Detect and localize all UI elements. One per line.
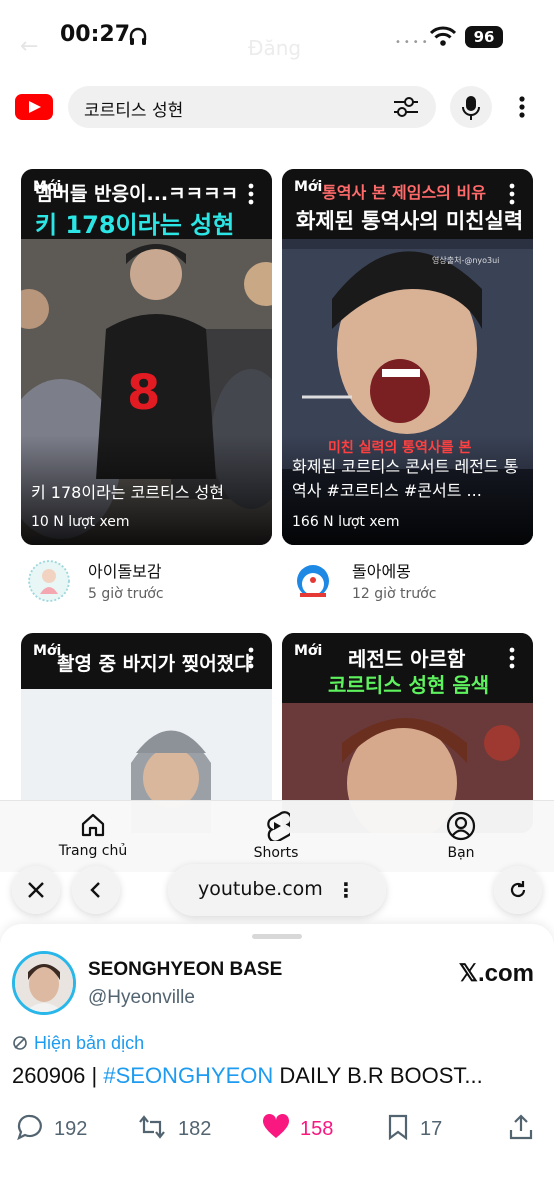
status-bar: ← Đăng 00:27 •••• 96	[0, 0, 554, 70]
chevron-left-icon	[90, 882, 100, 898]
shorts-icon	[267, 811, 290, 841]
youtube-header: 코르티스 성현	[0, 80, 554, 136]
ghost-title: Đăng	[248, 36, 302, 60]
tweet-text-suffix: DAILY B.R BOOST...	[273, 1063, 483, 1088]
voice-search-button[interactable]	[450, 86, 492, 128]
reply-button[interactable]: 192	[16, 1114, 87, 1141]
battery-indicator: 96	[465, 26, 503, 48]
new-badge: Mới	[33, 643, 62, 659]
address-bar[interactable]: youtube.com ⋮	[168, 864, 386, 916]
view-count: 166 N lượt xem	[292, 514, 400, 530]
search-query: 코르티스 성현	[84, 101, 184, 121]
close-icon	[28, 882, 44, 898]
nav-home-label: Trang chủ	[58, 843, 128, 859]
banner-line-2: 화제된 통역사의 미친실력	[296, 209, 524, 233]
browser-toolbar: youtube.com ⋮	[0, 862, 554, 924]
thumbnail-caption: 미친 실력의 통역사를 본	[328, 440, 472, 456]
banner-line-2: 코르티스 성현 음색	[328, 673, 490, 697]
more-options-icon[interactable]	[248, 183, 254, 209]
channel-row[interactable]: 돌아에몽 12 giờ trước	[292, 558, 532, 608]
profile-icon	[446, 811, 476, 841]
more-options-icon[interactable]	[509, 183, 515, 209]
retweet-button[interactable]: 182	[136, 1114, 211, 1141]
avatar-image	[15, 954, 73, 1012]
bookmark-icon	[388, 1114, 408, 1141]
retweet-count: 182	[178, 1118, 212, 1140]
new-badge: Mới	[33, 179, 62, 195]
retweet-icon	[139, 1115, 165, 1139]
reply-icon	[17, 1114, 42, 1141]
new-badge: Mới	[294, 179, 323, 195]
upload-time: 12 giờ trước	[352, 586, 437, 602]
ghost-back-arrow: ←	[20, 34, 39, 59]
status-time: 00:27	[60, 22, 131, 47]
nav-you-label: Bạn	[447, 845, 475, 861]
channel-avatar	[28, 560, 70, 602]
short-card[interactable]: 8 멤버들 반응이...ㅋㅋㅋㅋ 키 178이라는 성현 Mới 키 178이라…	[21, 169, 272, 545]
channel-name: 아이돌보감	[88, 562, 162, 581]
headphones-icon	[128, 26, 148, 50]
wifi-icon	[429, 26, 457, 50]
account-handle[interactable]: @Hyeonville	[88, 987, 195, 1009]
reload-icon	[510, 881, 526, 898]
home-icon	[81, 813, 105, 837]
share-icon	[509, 1114, 533, 1140]
reply-count: 192	[54, 1118, 88, 1140]
account-name[interactable]: SEONGHYEON BASE	[88, 959, 282, 981]
more-options-icon[interactable]: ⋮	[336, 878, 356, 902]
translate-label: Hiện bản dịch	[34, 1033, 145, 1053]
svg-text:8: 8	[127, 365, 160, 421]
sheet-handle[interactable]	[252, 934, 302, 939]
hashtag-link[interactable]: #SEONGHYEON	[103, 1063, 273, 1088]
banner-line-2: 키 178이라는 성현	[35, 211, 235, 239]
banner-line-1: 통역사 본 제임스의 비유	[322, 183, 486, 202]
new-badge: Mới	[294, 643, 323, 659]
nav-shorts-label: Shorts	[253, 845, 299, 861]
banner-line-1: 멤버들 반응이...ㅋㅋㅋㅋ	[35, 183, 239, 205]
like-count: 158	[300, 1118, 334, 1140]
tweet-actions: 192 182 158 17	[0, 1113, 554, 1144]
more-options-icon[interactable]	[509, 647, 515, 673]
more-options-icon[interactable]	[512, 92, 532, 122]
translate-link[interactable]: Hiện bản dịch	[12, 1033, 144, 1054]
banner-line-1: 촬영 중 바지가 찢어졌다	[57, 653, 252, 675]
nav-shorts[interactable]: Shorts	[246, 811, 306, 861]
banner-line-1: 레전드 아르함	[348, 647, 466, 671]
translate-icon	[13, 1036, 27, 1050]
back-button[interactable]	[72, 866, 120, 914]
filter-icon[interactable]	[392, 95, 420, 123]
heart-icon	[262, 1113, 290, 1138]
search-input[interactable]: 코르티스 성현	[68, 86, 436, 128]
channel-name: 돌아에몽	[352, 562, 411, 581]
nav-home[interactable]: Trang chủ	[58, 811, 128, 859]
photo-credit: 영상출처-@nyo3ui	[432, 256, 500, 265]
channel-avatar	[293, 561, 333, 601]
channel-row[interactable]: 아이돌보감 5 giờ trước	[28, 558, 268, 608]
more-options-icon[interactable]	[248, 647, 254, 673]
tweet-text: 260906 | #SEONGHYEON DAILY B.R BOOST...	[12, 1063, 542, 1089]
tweet-card[interactable]: SEONGHYEON BASE @Hyeonville 𝕏.com Hiện b…	[0, 924, 554, 1200]
reload-button[interactable]	[494, 866, 542, 914]
like-button[interactable]: 158	[262, 1113, 334, 1141]
close-button[interactable]	[12, 866, 60, 914]
bookmark-button[interactable]: 17	[386, 1114, 442, 1141]
upload-time: 5 giờ trước	[88, 586, 164, 602]
video-title: 화제된 코르티스 콘서트 레전드 통역사 #코르티스 #콘서트 ...	[292, 457, 519, 500]
view-count: 10 N lượt xem	[31, 514, 130, 530]
bookmark-count: 17	[420, 1118, 443, 1140]
video-title: 키 178이라는 코르티스 성현	[31, 483, 224, 502]
youtube-logo-icon[interactable]	[15, 94, 53, 120]
url-text: youtube.com	[198, 878, 323, 900]
tweet-text-prefix: 260906 |	[12, 1063, 104, 1088]
share-button[interactable]	[508, 1114, 544, 1141]
signal-dots: ••••	[395, 37, 431, 48]
short-card[interactable]: 통역사 본 제임스의 비유 화제된 통역사의 미친실력 영상출처-@nyo3ui…	[282, 169, 533, 545]
avatar[interactable]	[12, 951, 76, 1015]
x-source-label[interactable]: 𝕏.com	[459, 959, 534, 988]
nav-you[interactable]: Bạn	[436, 811, 486, 861]
